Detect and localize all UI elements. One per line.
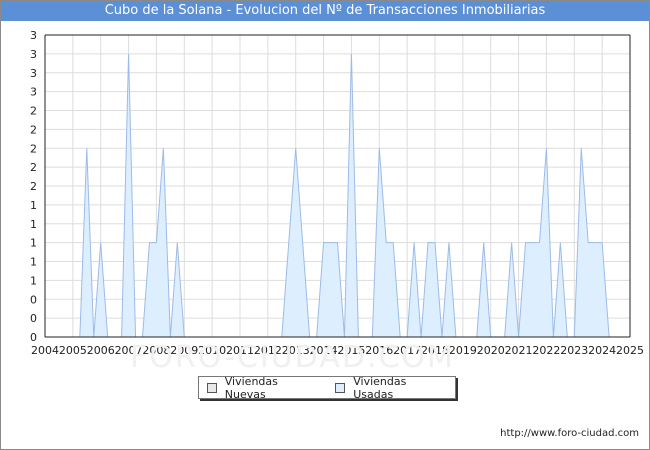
x-tick-label: 2004 (31, 344, 59, 357)
legend-label-nuevas: Viviendas Nuevas (224, 374, 278, 401)
x-tick-label: 2020 (477, 344, 505, 357)
y-tick-label: 1 (30, 274, 37, 287)
legend-swatch-usadas (335, 382, 346, 393)
legend-swatch-nuevas (207, 382, 217, 393)
y-tick-label: 1 (30, 218, 37, 231)
watermark: FORO-CIUDAD.COM (130, 340, 455, 375)
y-tick-label: 0 (30, 293, 37, 306)
chart-legend: Viviendas Nuevas Viviendas Usadas (198, 375, 456, 401)
y-tick-label: 2 (30, 105, 37, 118)
y-tick-label: 1 (30, 199, 37, 212)
y-tick-label: 1 (30, 256, 37, 269)
x-tick-label: 2005 (59, 344, 87, 357)
y-tick-label: 3 (30, 48, 37, 61)
y-tick-label: 2 (30, 142, 37, 155)
y-tick-label: 2 (30, 123, 37, 136)
legend-label-usadas: Viviendas Usadas (353, 374, 407, 401)
y-tick-label: 3 (30, 67, 37, 80)
y-tick-label: 1 (30, 237, 37, 250)
source-link[interactable]: http://www.foro-ciudad.com (500, 428, 639, 439)
legend-item-nuevas: Viviendas Nuevas (207, 375, 319, 401)
x-tick-label: 2021 (505, 344, 533, 357)
y-tick-label: 0 (30, 312, 37, 325)
x-tick-label: 2024 (588, 344, 616, 357)
y-tick-label: 0 (30, 331, 37, 344)
y-tick-label: 3 (30, 29, 37, 42)
x-tick-label: 2006 (87, 344, 115, 357)
y-tick-label: 2 (30, 180, 37, 193)
y-tick-label: 3 (30, 86, 37, 99)
x-tick-label: 2022 (532, 344, 560, 357)
x-tick-label: 2025 (616, 344, 644, 357)
x-tick-label: 2023 (560, 344, 588, 357)
legend-item-usadas: Viviendas Usadas (335, 375, 447, 401)
y-tick-label: 2 (30, 161, 37, 174)
